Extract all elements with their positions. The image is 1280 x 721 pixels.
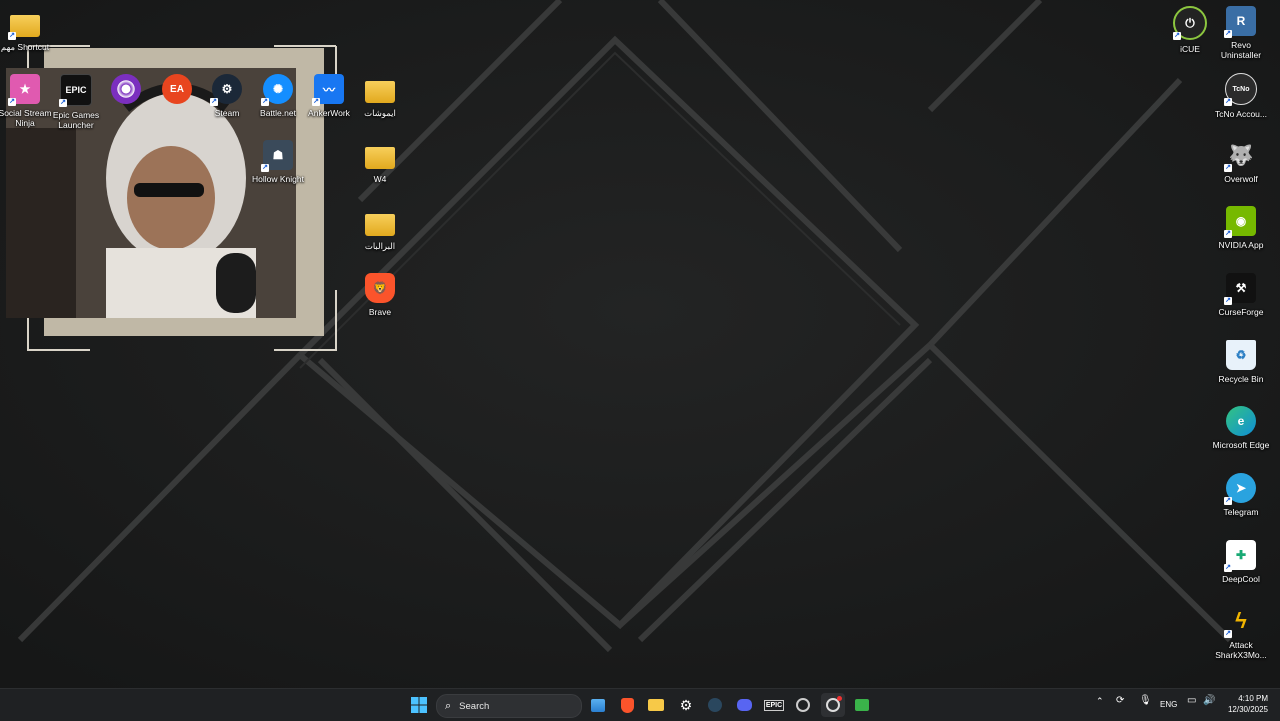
overwolf-icon	[796, 698, 810, 712]
taskbar-epic-games[interactable]: EPIC	[762, 693, 786, 717]
tray-network-icon[interactable]: ▭	[1187, 695, 1196, 706]
revo-uninstaller-icon: R ↗	[1224, 6, 1256, 38]
spiral-app-icon	[111, 74, 141, 104]
tray-clock[interactable]: 4:10 PM 12/30/2025	[1226, 693, 1268, 715]
folder-icon	[365, 207, 395, 237]
steelseries-icon: ⚙	[679, 696, 693, 713]
desktop-folder-3[interactable]: البرالبات	[350, 207, 410, 251]
folder-icon	[365, 74, 395, 104]
windows-logo-icon	[411, 697, 427, 713]
tray-microphone-icon[interactable]: 🎙	[1139, 695, 1152, 706]
folder-icon	[365, 140, 395, 170]
taskbar-brave[interactable]	[615, 693, 639, 717]
telegram-icon: ➤ ↗	[1224, 473, 1256, 505]
taskbar-discord[interactable]	[732, 693, 756, 717]
desktop-icon-deepcool[interactable]: ✚ ↗ DeepCool	[1211, 540, 1271, 584]
taskbar-app-red[interactable]	[821, 693, 845, 717]
taskbar-file-explorer[interactable]	[644, 693, 668, 717]
desktop-icon-recycle-bin[interactable]: ♻ Recycle Bin	[1211, 340, 1271, 384]
taskbar-overwolf[interactable]	[791, 693, 815, 717]
tray-time: 4:10 PM	[1238, 694, 1268, 703]
app-icon	[855, 699, 869, 711]
taskbar-search-box[interactable]: ⌕ Search	[436, 694, 582, 718]
desktop-icon-nvidia-app[interactable]: ◉ ↗ NVIDIA App	[1211, 206, 1271, 250]
tray-volume-icon[interactable]: 🔊	[1203, 695, 1215, 706]
social-stream-ninja-icon: ★ ↗	[8, 74, 40, 106]
tcno-icon: TcNo ↗	[1224, 73, 1257, 106]
edge-icon: e	[1226, 406, 1256, 436]
nvidia-icon: ◉ ↗	[1224, 206, 1256, 238]
deepcool-icon: ✚ ↗	[1224, 540, 1256, 572]
desktop-icon-telegram[interactable]: ➤ ↗ Telegram	[1211, 473, 1271, 517]
start-button[interactable]	[407, 693, 431, 717]
store-icon	[591, 698, 605, 712]
taskbar-app-green[interactable]	[850, 693, 874, 717]
desktop-icon-revo-uninstaller[interactable]: R ↗ Revo Uninstaller	[1211, 6, 1271, 60]
tray-sync-icon[interactable]: ⟳	[1116, 695, 1124, 706]
desktop-icon-curseforge[interactable]: ⚒ ↗ CurseForge	[1211, 273, 1271, 317]
folder-icon: ↗	[8, 8, 40, 40]
brave-icon: 🦁	[365, 273, 395, 303]
taskbar-steam[interactable]	[703, 693, 727, 717]
desktop-icon-tcno[interactable]: TcNo ↗ TcNo Accou...	[1211, 73, 1271, 119]
discord-icon	[736, 699, 752, 711]
tray-date: 12/30/2025	[1227, 705, 1268, 714]
steam-icon	[708, 698, 722, 712]
taskbar-steelseries[interactable]: ⚙	[674, 693, 698, 717]
desktop-icon-brave[interactable]: 🦁 Brave	[350, 273, 410, 317]
desktop-icon-microsoft-edge[interactable]: e Microsoft Edge	[1211, 406, 1271, 450]
curseforge-icon: ⚒ ↗	[1224, 273, 1256, 305]
search-icon: ⌕	[445, 699, 452, 712]
epic-games-icon: EPIC	[763, 699, 785, 711]
desktop-icon-overwolf[interactable]: 🐺 ↗ Overwolf	[1211, 140, 1271, 184]
desktop-folder-1[interactable]: ايموشات	[350, 74, 410, 118]
tray-language[interactable]: ENG	[1160, 700, 1177, 709]
desktop-icon-attack-shark[interactable]: ϟ ↗ Attack SharkX3Mo...	[1211, 606, 1271, 660]
attack-shark-icon: ϟ ↗	[1224, 608, 1247, 638]
icue-icon: ⏻ ↗	[1173, 6, 1207, 40]
recycle-bin-icon: ♻	[1226, 340, 1256, 370]
taskbar: ⌕ Search ⚙ EPIC ⌃ ⟳ 🎙 ENG ▭ 🔊 4:10 PM 12…	[0, 688, 1280, 721]
battlenet-icon: ✺ ↗	[261, 74, 293, 106]
folder-icon	[648, 699, 664, 711]
hollow-knight-icon: ☗ ↗	[261, 140, 293, 172]
brave-icon	[620, 697, 634, 713]
steam-icon: ⚙ ↗	[210, 74, 242, 106]
desktop-icon-hollow-knight[interactable]: ☗ ↗ Hollow Knight	[248, 140, 308, 184]
ea-icon: EA	[162, 74, 192, 104]
taskbar-store[interactable]	[586, 693, 610, 717]
desktop-icon-shortcut-folder[interactable]: ↗ مهم Shortcut	[0, 8, 55, 52]
overwolf-icon: 🐺 ↗	[1224, 144, 1254, 172]
ankerwork-icon: 〰 ↗	[312, 74, 344, 106]
desktop-folder-w4[interactable]: W4	[350, 140, 410, 184]
tray-overflow-chevron-icon[interactable]: ⌃	[1096, 696, 1104, 707]
epic-games-icon: EPIC ↗	[59, 74, 92, 107]
